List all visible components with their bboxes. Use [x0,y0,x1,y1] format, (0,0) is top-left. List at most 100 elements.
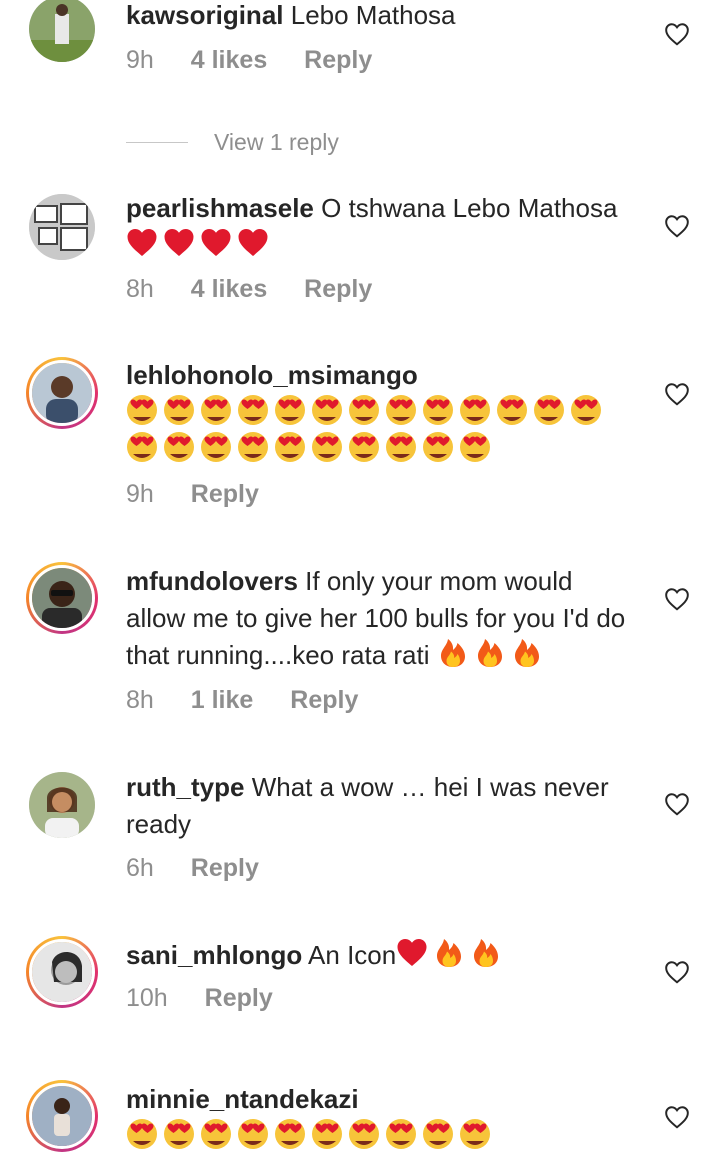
avatar[interactable] [26,357,98,429]
heart-eyes-emoji [386,395,416,425]
fire-emoji [437,939,462,967]
comment-likes[interactable]: 4 likes [191,275,267,304]
heart-eyes-emoji [164,432,194,462]
heart-eyes-emoji [238,395,268,425]
comment-meta: 9h Reply [126,480,289,509]
heart-eyes-emoji [460,395,490,425]
comment-time: 8h [126,275,154,303]
emoji-run-heart-eyes [126,395,607,427]
heart-emoji [127,229,157,256]
reply-button[interactable]: Reply [205,984,273,1013]
heart-eyes-emoji [127,395,157,425]
reply-button[interactable]: Reply [191,480,259,509]
reply-button[interactable]: Reply [304,275,372,304]
emoji-run-fire [437,639,548,670]
heart-eyes-emoji [571,395,601,425]
fire-emoji [477,639,502,667]
heart-eyes-emoji [238,432,268,462]
comment-text: O tshwana Lebo Mathosa [321,193,618,223]
heart-eyes-emoji [423,395,453,425]
heart-eyes-emoji [349,1119,379,1149]
heart-eyes-emoji [127,432,157,462]
avatar[interactable] [26,1080,98,1152]
heart-eyes-emoji [164,395,194,425]
heart-outline-icon[interactable] [664,587,690,611]
comment-body: kawsoriginal Lebo Mathosa [126,0,636,34]
comment-body: mfundolovers If only your mom would allo… [126,563,636,674]
comment-body: sani_mhlongo An Icon [126,937,636,974]
heart-eyes-emoji [164,1119,194,1149]
comment-username[interactable]: kawsoriginal [126,0,284,30]
comment-meta: 6h Reply [126,854,289,883]
comment-username[interactable]: sani_mhlongo [126,940,302,970]
heart-eyes-emoji [275,395,305,425]
comment-time: 8h [126,686,154,714]
comment-meta: 8h 1 like Reply [126,686,388,715]
heart-eyes-emoji [423,432,453,462]
comment-time: 9h [126,480,154,508]
view-replies-button[interactable]: View 1 reply [126,126,339,158]
comment-text: Lebo Mathosa [290,0,456,30]
avatar[interactable] [29,772,95,838]
heart-eyes-emoji [423,1119,453,1149]
avatar-photo [29,939,95,1005]
heart-eyes-emoji [386,1119,416,1149]
emoji-run-hearts [126,229,274,260]
divider [126,141,188,143]
comment-text: An Icon [308,940,397,970]
heart-eyes-emoji [238,1119,268,1149]
heart-eyes-emoji [312,1119,342,1149]
comment-likes[interactable]: 4 likes [191,46,267,75]
heart-eyes-emoji [386,432,416,462]
avatar-photo [29,360,95,426]
comment-meta: 10h Reply [126,984,303,1013]
comment-username[interactable]: ruth_type [126,772,244,802]
avatar-photo [29,1083,95,1149]
heart-eyes-emoji [275,432,305,462]
comment-username[interactable]: pearlishmasele [126,193,314,223]
avatar[interactable] [26,562,98,634]
reply-button[interactable]: Reply [191,854,259,883]
heart-eyes-emoji [349,432,379,462]
comment-username[interactable]: mfundolovers [126,566,298,596]
heart-outline-icon[interactable] [664,382,690,406]
heart-outline-icon[interactable] [664,960,690,984]
heart-outline-icon[interactable] [664,22,690,46]
heart-outline-icon[interactable] [664,214,690,238]
emoji-run-heart-eyes [126,432,496,464]
comment-likes[interactable]: 1 like [191,686,254,715]
heart-outline-icon[interactable] [664,792,690,816]
heart-eyes-emoji [460,1119,490,1149]
heart-eyes-emoji [201,395,231,425]
heart-eyes-emoji [201,432,231,462]
comment-username[interactable]: minnie_ntandekazi [126,1084,359,1114]
reply-button[interactable]: Reply [290,686,358,715]
emoji-run-mixed [396,939,507,970]
reply-button[interactable]: Reply [304,46,372,75]
fire-emoji [474,939,499,967]
comment-time: 9h [126,46,154,74]
view-replies-label[interactable]: View 1 reply [214,129,339,156]
comment-time: 10h [126,984,168,1012]
heart-eyes-emoji [534,395,564,425]
heart-outline-icon[interactable] [664,1105,690,1129]
comment-username[interactable]: lehlohonolo_msimango [126,360,418,390]
heart-eyes-emoji [312,432,342,462]
heart-eyes-emoji [312,395,342,425]
avatar[interactable] [29,194,95,260]
heart-eyes-emoji [460,432,490,462]
heart-eyes-emoji [275,1119,305,1149]
avatar[interactable] [26,936,98,1008]
comment-body: minnie_ntandekazi [126,1081,636,1155]
heart-emoji [201,229,231,256]
heart-emoji [397,939,427,966]
avatar[interactable] [29,0,95,62]
heart-emoji [238,229,268,256]
avatar-photo [29,565,95,631]
comment-time: 6h [126,854,154,882]
heart-eyes-emoji [201,1119,231,1149]
comment-body: ruth_type What a wow … hei I was never r… [126,769,636,843]
heart-eyes-emoji [349,395,379,425]
comment-meta: 9h 4 likes Reply [126,46,402,75]
heart-emoji [164,229,194,256]
